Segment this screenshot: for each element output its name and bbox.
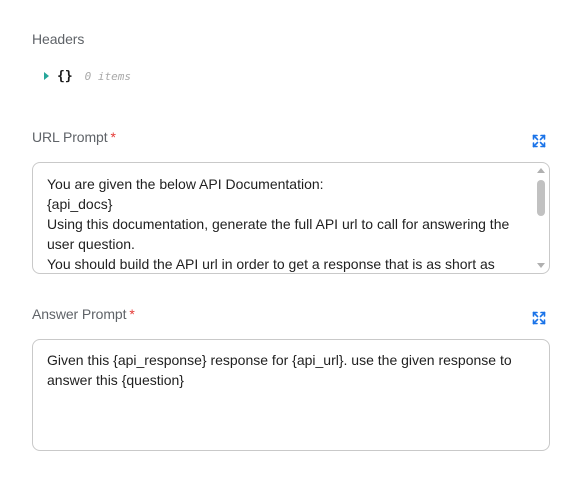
url-prompt-label: URL Prompt * <box>32 129 116 145</box>
headers-label: Headers <box>32 31 85 47</box>
expand-icon[interactable] <box>532 311 546 325</box>
url-prompt-label-text: URL Prompt <box>32 129 108 145</box>
scroll-thumb[interactable] <box>537 180 545 216</box>
headers-item-count: 0 items <box>84 69 132 83</box>
url-prompt-text[interactable]: You are given the below API Documentatio… <box>33 163 549 273</box>
answer-prompt-text[interactable]: Given this {api_response} response for {… <box>33 340 549 390</box>
required-mark: * <box>129 306 135 322</box>
scroll-up-arrow-icon[interactable] <box>537 168 545 173</box>
answer-prompt-label-text: Answer Prompt <box>32 306 127 322</box>
answer-prompt-textarea[interactable]: Given this {api_response} response for {… <box>32 339 550 451</box>
required-mark: * <box>110 129 116 145</box>
caret-right-icon[interactable] <box>44 72 49 80</box>
url-prompt-scrollbar[interactable] <box>535 167 547 269</box>
expand-icon[interactable] <box>532 134 546 148</box>
headers-braces: {} <box>57 68 73 84</box>
answer-prompt-label: Answer Prompt * <box>32 306 135 322</box>
url-prompt-textarea[interactable]: You are given the below API Documentatio… <box>32 162 550 274</box>
scroll-down-arrow-icon[interactable] <box>537 263 545 268</box>
headers-json-viewer[interactable]: {} 0 items <box>44 67 131 85</box>
